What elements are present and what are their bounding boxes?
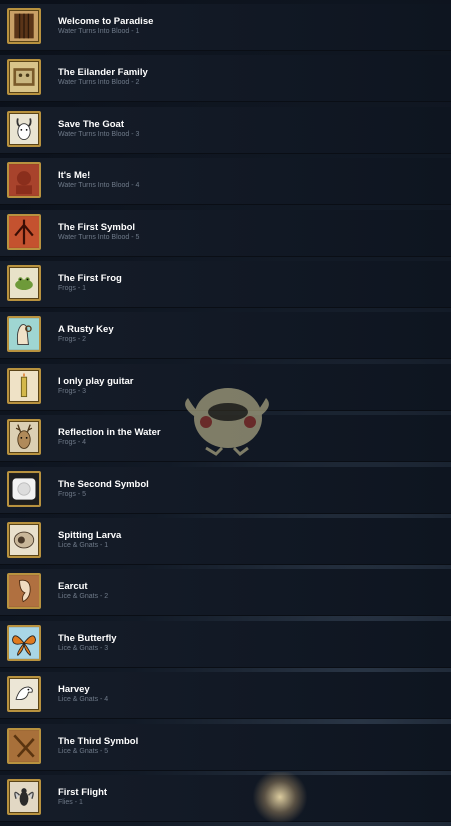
frog-icon bbox=[7, 265, 41, 301]
achievement-subtitle: Water Turns Into Blood - 5 bbox=[58, 233, 140, 241]
goat-icon bbox=[7, 110, 41, 147]
achievement-subtitle: Lice & Gnats - 2 bbox=[58, 593, 109, 601]
achievement-row[interactable]: Earcut Lice & Gnats - 2 bbox=[0, 569, 451, 617]
achievement-title: The Second Symbol bbox=[58, 478, 149, 490]
deer-icon bbox=[7, 419, 41, 456]
achievement-title: The Third Symbol bbox=[58, 735, 139, 747]
achievement-subtitle: Flies - 1 bbox=[58, 799, 83, 806]
achievement-title: The Eilander Family bbox=[58, 67, 148, 79]
achievement-title: The First Frog bbox=[58, 273, 122, 284]
achievement-subtitle: Water Turns Into Blood - 4 bbox=[58, 182, 140, 190]
achievement-row[interactable]: The Butterfly Lice & Gnats - 3 bbox=[0, 620, 451, 668]
frog-symbol-icon bbox=[7, 470, 41, 507]
ear-icon bbox=[7, 573, 41, 610]
achievement-title: A Rusty Key bbox=[58, 324, 114, 336]
achievement-title: The First Symbol bbox=[58, 221, 136, 233]
achievement-row[interactable]: The Second Symbol Frogs - 5 bbox=[0, 466, 451, 514]
achievement-row[interactable]: It's Me! Water Turns Into Blood - 4 bbox=[0, 158, 451, 206]
achievement-row[interactable]: Save The Goat Water Turns Into Blood - 3 bbox=[0, 106, 451, 154]
bird-icon bbox=[7, 676, 41, 713]
family-portrait-icon bbox=[7, 59, 41, 96]
achievement-title: The Butterfly bbox=[58, 632, 117, 644]
larva-icon bbox=[7, 522, 41, 558]
achievement-row[interactable]: The First Symbol Water Turns Into Blood -… bbox=[0, 209, 451, 257]
wood-symbol-icon bbox=[7, 727, 41, 764]
achievement-title: Harvey bbox=[58, 684, 90, 696]
achievement-row[interactable]: A Rusty Key Frogs - 2 bbox=[0, 312, 451, 360]
ghost-bird-mascot-icon bbox=[185, 388, 269, 456]
achievement-subtitle: Frogs - 3 bbox=[58, 387, 87, 395]
butterfly-icon bbox=[7, 624, 41, 661]
achievement-title: Spitting Larva bbox=[58, 530, 122, 541]
achievement-title: Save The Goat bbox=[58, 118, 124, 130]
achievement-title: Reflection in the Water bbox=[58, 427, 161, 439]
achievement-subtitle: Lice & Gnats - 1 bbox=[58, 542, 109, 549]
achievement-subtitle: Frogs - 2 bbox=[58, 336, 87, 344]
blood-symbol-icon bbox=[7, 213, 41, 250]
achievement-subtitle: Water Turns Into Blood - 1 bbox=[58, 28, 140, 35]
achievement-row[interactable]: Harvey Lice & Gnats - 4 bbox=[0, 672, 451, 720]
light-glow bbox=[250, 772, 310, 822]
achievement-subtitle: Frogs - 5 bbox=[58, 490, 87, 498]
achievement-title: Earcut bbox=[58, 581, 88, 593]
achievement-subtitle: Lice & Gnats - 4 bbox=[58, 696, 109, 704]
achievement-title: First Flight bbox=[58, 787, 108, 798]
achievement-subtitle: Lice & Gnats - 5 bbox=[58, 747, 109, 755]
candle-icon bbox=[7, 367, 41, 404]
achievement-row[interactable]: The Third Symbol Lice & Gnats - 5 bbox=[0, 723, 451, 771]
achievement-title: Welcome to Paradise bbox=[58, 16, 154, 27]
achievement-subtitle: Frogs - 1 bbox=[58, 285, 87, 292]
achievement-subtitle: Frogs - 4 bbox=[58, 439, 87, 447]
achievement-row[interactable]: The Eilander Family Water Turns Into Bloo… bbox=[0, 55, 451, 103]
fly-icon bbox=[7, 779, 41, 815]
achievement-subtitle: Water Turns Into Blood - 3 bbox=[58, 130, 140, 138]
achievement-subtitle: Water Turns Into Blood - 2 bbox=[58, 79, 140, 87]
wooden-door-icon bbox=[7, 8, 41, 44]
achievement-subtitle: Lice & Gnats - 3 bbox=[58, 644, 109, 652]
achievement-title: I only play guitar bbox=[58, 375, 134, 387]
achievement-title: It's Me! bbox=[58, 170, 91, 182]
achievement-row[interactable]: The First Frog Frogs - 1 bbox=[0, 261, 451, 308]
achievement-row[interactable]: Welcome to Paradise Water Turns Into Bloo… bbox=[0, 4, 451, 51]
portrait-icon bbox=[7, 162, 41, 199]
achievement-row[interactable]: Spitting Larva Lice & Gnats - 1 bbox=[0, 518, 451, 565]
hand-with-key-icon bbox=[7, 316, 41, 353]
achievement-row[interactable]: First Flight Flies - 1 bbox=[0, 775, 451, 822]
